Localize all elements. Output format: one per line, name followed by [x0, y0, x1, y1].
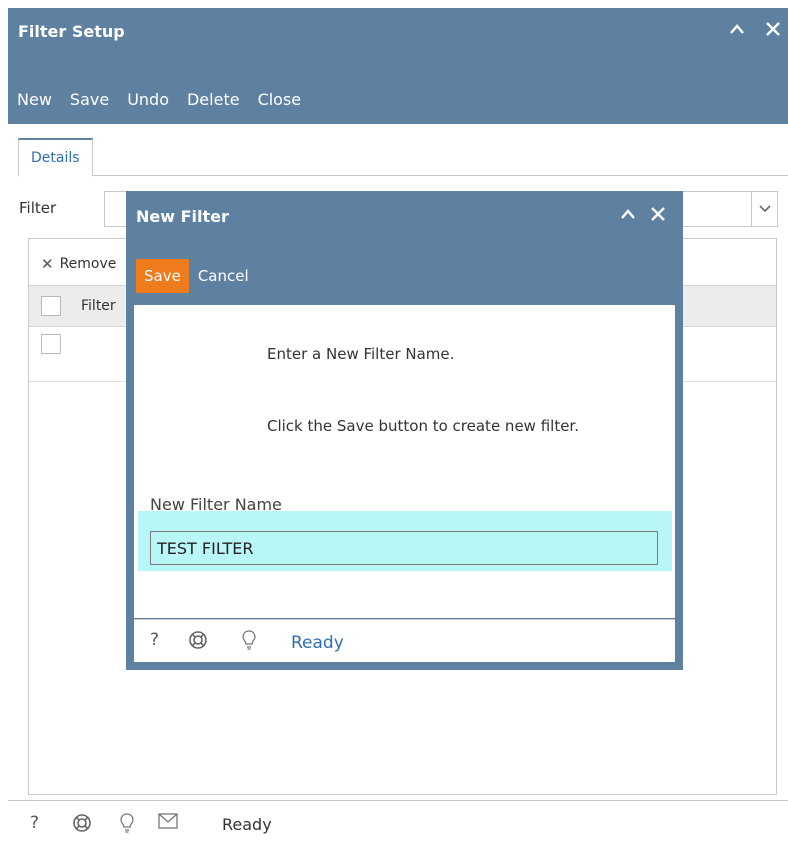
- help-icon[interactable]: ?: [150, 630, 159, 650]
- column-header-filter: Filter: [81, 298, 116, 314]
- new-filter-dialog: New Filter Save Cancel Enter a New Filte…: [126, 191, 683, 670]
- remove-icon: ✕: [41, 255, 54, 273]
- email-icon[interactable]: [158, 813, 178, 834]
- dialog-status-bar: ? Ready: [134, 619, 675, 662]
- support-icon[interactable]: [72, 813, 92, 838]
- minimize-chevron-icon[interactable]: [722, 14, 752, 44]
- new-button[interactable]: New: [8, 86, 61, 116]
- instruction-text: Enter a New Filter Name.: [267, 345, 455, 363]
- row-checkbox[interactable]: [41, 334, 61, 354]
- tips-icon[interactable]: [120, 813, 134, 838]
- dialog-status-text: Ready: [291, 633, 344, 653]
- field-highlight: [138, 511, 672, 571]
- dialog-cancel-button[interactable]: Cancel: [189, 259, 258, 293]
- dialog-save-button[interactable]: Save: [136, 259, 189, 293]
- close-button[interactable]: Close: [249, 86, 311, 116]
- support-icon[interactable]: [188, 630, 208, 655]
- close-icon[interactable]: [643, 199, 673, 229]
- window-title: Filter Setup: [18, 22, 125, 41]
- help-icon[interactable]: ?: [30, 813, 39, 833]
- dialog-controls: [603, 199, 683, 229]
- status-bar: ? Ready: [8, 800, 788, 846]
- dialog-body: Enter a New Filter Name. Click the Save …: [134, 305, 675, 618]
- dialog-title: New Filter: [136, 207, 229, 226]
- select-all-checkbox[interactable]: [41, 296, 61, 316]
- dialog-toolbar: Save Cancel: [136, 259, 258, 293]
- tab-strip: Details: [18, 138, 788, 177]
- chevron-down-icon[interactable]: [751, 192, 777, 226]
- status-text: Ready: [222, 815, 272, 834]
- new-filter-name-input[interactable]: [150, 531, 658, 565]
- main-toolbar: New Save Undo Delete Close: [8, 86, 310, 116]
- delete-button[interactable]: Delete: [178, 86, 249, 116]
- tab-details[interactable]: Details: [18, 138, 93, 177]
- remove-label: Remove: [59, 256, 117, 272]
- remove-button[interactable]: ✕ Remove: [41, 255, 116, 273]
- save-button[interactable]: Save: [61, 86, 118, 116]
- undo-button[interactable]: Undo: [118, 86, 178, 116]
- tips-icon[interactable]: [242, 630, 256, 655]
- close-icon[interactable]: [758, 14, 788, 44]
- minimize-chevron-icon[interactable]: [613, 199, 643, 229]
- filter-label: Filter: [19, 199, 57, 217]
- instruction-text-2: Click the Save button to create new filt…: [267, 417, 579, 435]
